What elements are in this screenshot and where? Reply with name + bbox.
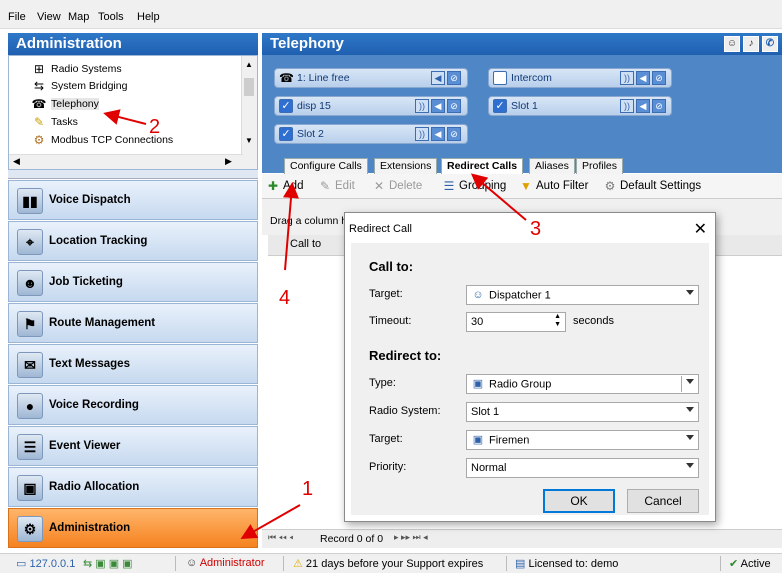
arrow-3 <box>470 173 527 221</box>
annotation-4: 4 <box>279 287 291 309</box>
annotation-3: 3 <box>530 218 542 240</box>
arrow-4 <box>283 182 299 271</box>
annotation-1: 1 <box>302 478 314 500</box>
annotation-arrows <box>103 109 527 539</box>
annotation-2: 2 <box>149 116 161 138</box>
arrow-1 <box>240 504 301 539</box>
arrow-2 <box>103 109 147 125</box>
